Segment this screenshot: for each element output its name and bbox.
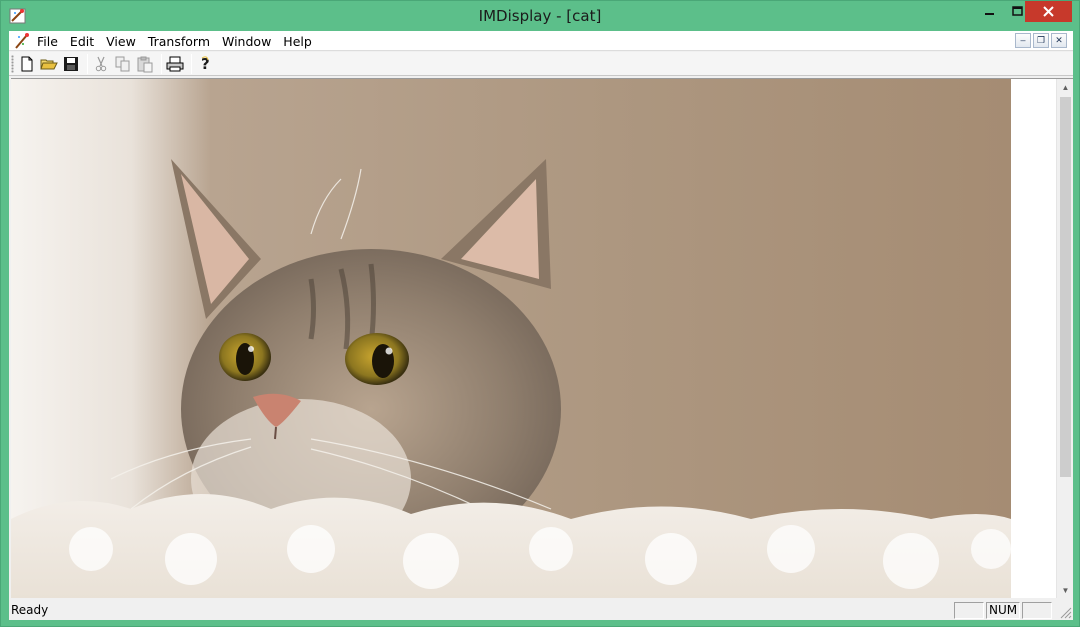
client-area: File Edit View Transform Window Help – ❐… xyxy=(9,31,1073,620)
menu-transform[interactable]: Transform xyxy=(148,34,210,49)
menu-help[interactable]: Help xyxy=(283,34,312,49)
toolbar-grip[interactable] xyxy=(11,55,14,73)
mdi-minimize-button[interactable]: – xyxy=(1015,33,1031,48)
resize-grip-icon[interactable] xyxy=(1058,605,1072,619)
cat-photo xyxy=(11,79,1011,598)
cut-button[interactable] xyxy=(91,54,111,74)
status-pane-cap xyxy=(954,602,984,619)
save-button[interactable] xyxy=(61,54,81,74)
minimize-button[interactable] xyxy=(976,1,1003,22)
scrollbar-thumb[interactable] xyxy=(1060,97,1071,477)
toolbar: ? xyxy=(9,52,1073,76)
scroll-up-arrow-icon[interactable]: ▲ xyxy=(1057,79,1073,96)
mdi-controls: – ❐ ✕ xyxy=(1015,33,1067,48)
status-pane-scrl xyxy=(1022,602,1052,619)
minimize-icon xyxy=(985,13,994,15)
scroll-down-arrow-icon[interactable]: ▼ xyxy=(1057,582,1073,598)
document-icon[interactable] xyxy=(13,32,31,50)
help-icon: ? xyxy=(201,55,210,73)
mdi-close-button[interactable]: ✕ xyxy=(1051,33,1067,48)
menu-bar: File Edit View Transform Window Help – ❐… xyxy=(9,31,1073,51)
new-document-icon xyxy=(21,56,33,72)
toolbar-separator xyxy=(191,54,192,74)
menu-view[interactable]: View xyxy=(106,34,136,49)
menu-window[interactable]: Window xyxy=(222,34,271,49)
cut-icon xyxy=(95,56,107,72)
close-button[interactable] xyxy=(1025,1,1072,22)
print-icon xyxy=(166,56,184,72)
toolbar-separator xyxy=(87,54,88,74)
open-folder-icon xyxy=(40,59,58,70)
menu: File Edit View Transform Window Help xyxy=(37,34,324,49)
cat-image xyxy=(11,79,1011,598)
new-button[interactable] xyxy=(17,54,37,74)
save-icon xyxy=(64,57,78,71)
document-view[interactable]: ▲ ▼ xyxy=(11,78,1073,598)
window-title: IMDisplay - [cat] xyxy=(478,7,602,25)
mdi-restore-button[interactable]: ❐ xyxy=(1033,33,1049,48)
menu-edit[interactable]: Edit xyxy=(70,34,94,49)
menu-file[interactable]: File xyxy=(37,34,58,49)
help-button[interactable]: ? xyxy=(195,54,215,74)
title-bar[interactable]: IMDisplay - [cat] xyxy=(1,1,1079,31)
print-button[interactable] xyxy=(165,54,185,74)
status-pane-num: NUM xyxy=(986,602,1020,619)
status-bar: Ready NUM xyxy=(9,600,1073,620)
copy-icon xyxy=(115,56,130,72)
app-window: IMDisplay - [cat] File Edit View Transfo… xyxy=(0,0,1080,627)
paste-button[interactable] xyxy=(135,54,155,74)
open-button[interactable] xyxy=(39,54,59,74)
copy-button[interactable] xyxy=(113,54,133,74)
vertical-scrollbar[interactable]: ▲ ▼ xyxy=(1056,79,1073,598)
status-text: Ready xyxy=(11,603,49,617)
paste-icon xyxy=(137,56,153,73)
close-icon xyxy=(1043,6,1054,17)
toolbar-separator xyxy=(161,54,162,74)
